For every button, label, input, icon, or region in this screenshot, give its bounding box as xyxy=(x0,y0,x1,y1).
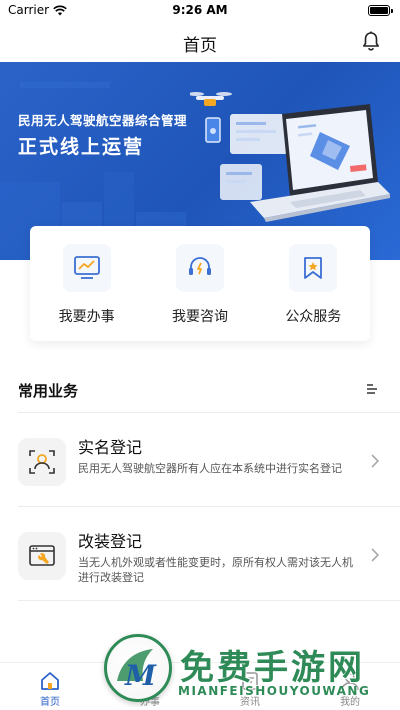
watermark-text: 免费手游网 xyxy=(180,648,365,688)
list-item-title: 实名登记 xyxy=(78,438,143,457)
watermark-subtext: MIANFEISHOUYOUWANG xyxy=(178,684,371,698)
nav-bar: 首页 xyxy=(0,22,400,62)
tab-home[interactable]: 首页 xyxy=(0,663,100,710)
quick-action-public[interactable]: 公众服务 xyxy=(257,226,370,341)
list-item-modification-registration[interactable]: 改装登记 当无人机外观或者性能变更时，原所有权人需对该无人机进行改装登记 xyxy=(0,508,400,600)
quick-action-label: 我要咨询 xyxy=(171,309,228,325)
divider xyxy=(18,600,400,601)
banner-subtitle: 民用无人驾驶航空器综合管理 xyxy=(18,113,188,128)
quick-action-label: 公众服务 xyxy=(285,309,342,325)
id-person-icon xyxy=(18,438,66,486)
status-time: 9:26 AM xyxy=(172,3,228,17)
list-item-title: 改装登记 xyxy=(78,532,143,551)
quick-actions-card: 我要办事 我要咨询 公众服务 xyxy=(30,226,370,341)
headset-icon xyxy=(175,244,224,292)
quick-action-services[interactable]: 我要办事 xyxy=(30,226,143,341)
bookmark-star-icon xyxy=(289,244,338,292)
page-title: 首页 xyxy=(183,36,217,56)
chevron-right-icon xyxy=(371,548,380,562)
watermark-logo: M xyxy=(104,634,172,702)
quick-action-label: 我要办事 xyxy=(58,309,115,325)
list-item-description: 民用无人驾驶航空器所有人应在本系统中进行实名登记 xyxy=(78,462,342,475)
svg-text:M: M xyxy=(124,659,157,692)
chart-monitor-icon xyxy=(62,244,111,292)
menu-lines-icon[interactable] xyxy=(366,383,378,395)
divider xyxy=(18,506,400,507)
quick-action-consult[interactable]: 我要咨询 xyxy=(143,226,256,341)
bell-icon[interactable] xyxy=(360,30,382,52)
section-title: 常用业务 xyxy=(18,382,79,400)
chevron-right-icon xyxy=(371,454,380,468)
divider xyxy=(18,412,400,413)
battery-icon xyxy=(368,5,393,16)
list-item-real-name-registration[interactable]: 实名登记 民用无人驾驶航空器所有人应在本系统中进行实名登记 xyxy=(0,414,400,506)
window-wrench-icon xyxy=(18,532,66,580)
list-item-description: 当无人机外观或者性能变更时，原所有权人需对该无人机进行改装登记 xyxy=(78,556,353,584)
home-icon xyxy=(41,672,59,690)
banner-title: 正式线上运营 xyxy=(18,136,145,158)
tab-label: 首页 xyxy=(40,697,60,708)
status-bar: Carrier 9:26 AM xyxy=(0,0,400,22)
drone-icon xyxy=(190,92,232,106)
